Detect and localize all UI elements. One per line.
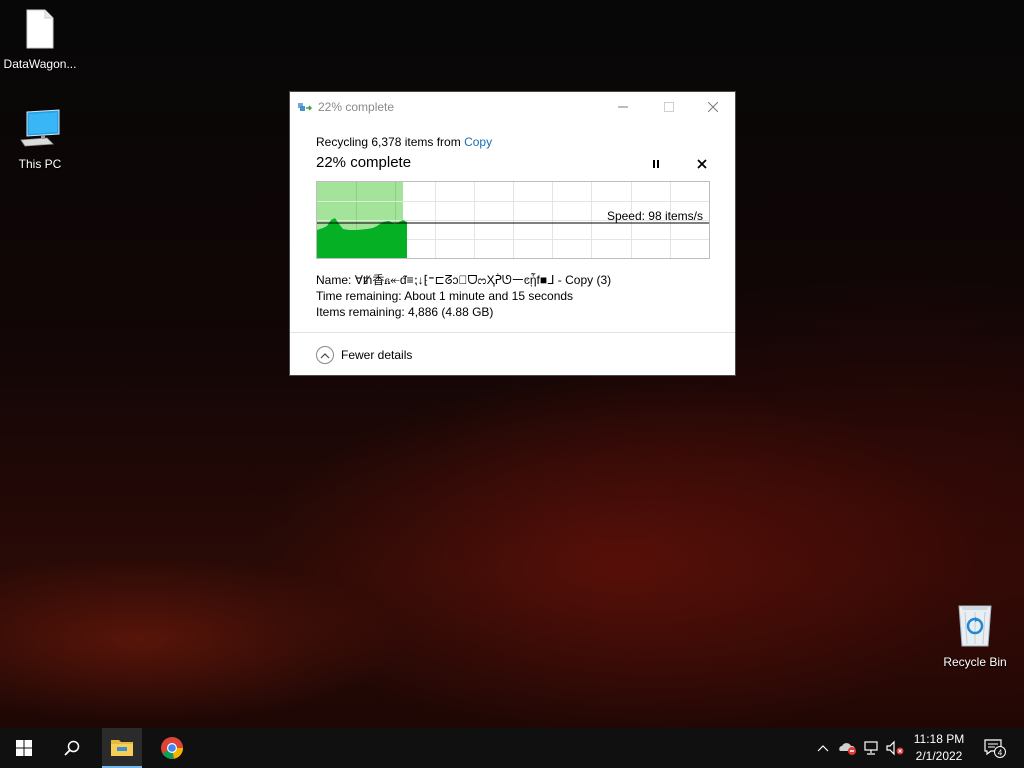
copy-operation-icon <box>298 101 313 119</box>
close-icon <box>708 102 718 112</box>
search-icon <box>64 740 80 756</box>
items-remaining-label: Items remaining: <box>316 305 405 319</box>
minimize-button[interactable] <box>600 92 646 122</box>
speed-label: Speed: 98 items/s <box>606 209 703 223</box>
onedrive-icon <box>839 743 856 755</box>
name-label: Name: <box>316 273 352 287</box>
pause-icon <box>653 160 659 168</box>
time-remaining-row: Time remaining: About 1 minute and 15 se… <box>316 288 611 304</box>
maximize-icon <box>664 102 674 112</box>
recycle-bin-icon <box>958 605 992 647</box>
taskbar-chrome[interactable] <box>152 728 192 768</box>
dialog-divider <box>290 332 735 333</box>
taskbar-file-explorer[interactable] <box>102 728 142 768</box>
name-row: Name: ∀ᵺ香ᏺ↞ᵭ≡⁏↓⁅⁼⊏ᘔↄ⃝ᗜᦂҲᕉᘎ㇐ͼᾗf■ᒧ - Copy … <box>316 272 611 288</box>
taskbar: 11:18 PM 2/1/2022 4 <box>0 728 1024 768</box>
maximize-button[interactable] <box>646 92 692 122</box>
operation-details: Name: ∀ᵺ香ᏺ↞ᵭ≡⁏↓⁅⁼⊏ᘔↄ⃝ᗜᦂҲᕉᘎ㇐ͼᾗf■ᒧ - Copy … <box>316 272 611 320</box>
dialog-title: 22% complete <box>318 100 395 114</box>
dialog-titlebar[interactable]: 22% complete <box>290 92 735 122</box>
fewer-details-toggle[interactable]: Fewer details <box>316 346 412 364</box>
file-icon <box>26 9 54 49</box>
desktop-icon-label: Recycle Bin <box>943 655 1007 669</box>
items-remaining-value: 4,886 (4.88 GB) <box>408 305 494 319</box>
close-window-button[interactable] <box>690 92 736 122</box>
clock-date: 2/1/2022 <box>915 749 963 763</box>
progress-heading: 22% complete <box>316 154 412 171</box>
fewer-details-label: Fewer details <box>341 348 413 362</box>
minimize-icon <box>618 106 628 108</box>
clock-time: 11:18 PM <box>913 732 965 746</box>
name-value: ∀ᵺ香ᏺ↞ᵭ≡⁏↓⁅⁼⊏ᘔↄ⃝ᗜᦂҲᕉᘎ㇐ͼᾗf■ᒧ - Copy (3) <box>354 273 612 287</box>
file-explorer-icon <box>111 740 133 756</box>
volume-muted-icon <box>886 740 904 756</box>
operation-summary-text: Recycling 6,378 items from <box>316 135 465 149</box>
file-operation-dialog: 22% complete Recycling 6,378 items from … <box>289 91 736 376</box>
pause-button[interactable] <box>646 156 666 172</box>
notification-count: 4 <box>998 749 1003 758</box>
cancel-operation-button[interactable] <box>692 156 712 172</box>
network-icon <box>864 741 878 755</box>
desktop-icon-label: This PC <box>18 157 62 171</box>
chrome-icon <box>161 737 183 759</box>
source-folder-link[interactable]: Copy <box>464 135 492 149</box>
close-icon <box>697 159 707 169</box>
chevron-up-circle-icon <box>316 346 334 364</box>
search-button[interactable] <box>48 728 96 768</box>
tray-network[interactable] <box>861 728 883 768</box>
tray-onedrive[interactable] <box>836 728 858 768</box>
tray-volume[interactable] <box>884 728 906 768</box>
windows-start-icon <box>16 740 32 756</box>
action-center-icon: 4 <box>984 739 1006 758</box>
operation-summary: Recycling 6,378 items from Copy <box>316 135 492 149</box>
start-button[interactable] <box>0 728 48 768</box>
progress-speed-graph: Speed: 98 items/s <box>316 181 710 259</box>
desktop-icon-datawagon[interactable]: DataWagon... <box>0 8 80 71</box>
time-remaining-label: Time remaining: <box>316 289 402 303</box>
action-center-button[interactable]: 4 <box>980 728 1010 768</box>
time-remaining-value: About 1 minute and 15 seconds <box>404 289 574 303</box>
system-clock[interactable]: 11:18 PM 2/1/2022 <box>908 731 970 765</box>
chevron-up-icon <box>817 745 829 752</box>
computer-icon <box>20 109 60 147</box>
desktop-icon-this-pc[interactable]: This PC <box>0 108 80 171</box>
show-hidden-icons-button[interactable] <box>814 728 832 768</box>
items-remaining-row: Items remaining: 4,886 (4.88 GB) <box>316 304 611 320</box>
desktop-icon-label: DataWagon... <box>3 57 77 71</box>
desktop-icon-recycle-bin[interactable]: Recycle Bin <box>935 602 1015 669</box>
